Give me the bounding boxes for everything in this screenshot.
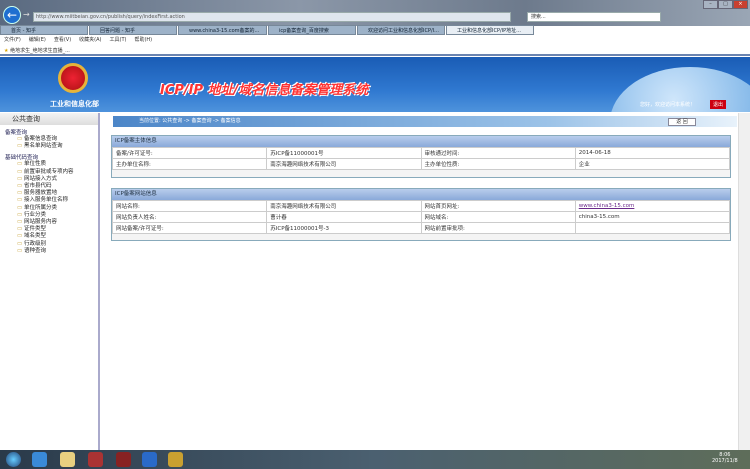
sidebar-item[interactable]: 证件类型 <box>0 226 98 233</box>
minimize-button[interactable]: – <box>703 0 718 9</box>
favorites-bar: ★ 绝地求生_绝地求生直播_... <box>0 46 750 56</box>
menu-help[interactable]: 帮助(H) <box>134 35 152 46</box>
forward-button[interactable]: → <box>23 10 33 20</box>
browser-tab[interactable]: 欢迎访问工业和信息化部ICP/I... <box>357 25 445 35</box>
sidebar-item[interactable]: 前置审批或专项内容 <box>0 169 98 176</box>
app-icon[interactable] <box>168 452 183 467</box>
sidebar-title: 公共查询 <box>0 113 98 125</box>
app-icon[interactable] <box>142 452 157 467</box>
menu-view[interactable]: 查看(V) <box>54 35 71 46</box>
return-button[interactable]: 返 回 <box>668 118 696 126</box>
sidebar-item[interactable]: 黑名单网站查询 <box>0 143 98 150</box>
breadcrumb: 当前位置: 公共查询 -> 备案查询 -> 备案信息 <box>113 116 737 127</box>
menu-edit[interactable]: 编辑(E) <box>29 35 46 46</box>
table-row: 网站名称: 南京海趣网络技术有限公司 网站首页网址: www.china3-15.co… <box>111 200 731 212</box>
table-row: 网站负责人姓名: 曹计春 网站域名: china3-15.com <box>111 211 731 223</box>
maximize-button[interactable]: □ <box>718 0 733 9</box>
sidebar-item[interactable]: 行政级别 <box>0 241 98 248</box>
menu-file[interactable]: 文件(F) <box>4 35 21 46</box>
table-row: 网站备案/许可证号: 苏ICP备11000001号-3 网站前置审批项: <box>111 222 731 234</box>
subject-info-panel: ICP备案主体信息 备案/许可证号: 苏ICP备11000001号 审核通过时间: 2… <box>111 135 731 178</box>
system-clock[interactable]: 8:06 2017/11/8 <box>712 452 738 464</box>
browser-tab[interactable]: www.china3-15.com备案的... <box>178 25 267 35</box>
welcome-text: 您好，欢迎访问本系统！ <box>640 102 696 108</box>
browser-tab[interactable]: 首页 - 知乎 <box>0 25 88 35</box>
tab-bar: 首页 - 知乎 回答问题 - 知乎 www.china3-15.com备案的..… <box>0 25 750 35</box>
menu-favorites[interactable]: 收藏夹(A) <box>79 35 101 46</box>
table-row: 备案/许可证号: 苏ICP备11000001号 审核通过时间: 2014-06-18 <box>111 147 731 159</box>
back-button[interactable]: ← <box>3 6 21 24</box>
close-button[interactable]: × <box>733 0 748 9</box>
browser-tab[interactable]: icp备案查询_百度搜索 <box>268 25 356 35</box>
address-bar[interactable]: http://www.miitbeian.gov.cn/publish/quer… <box>33 12 511 22</box>
browser-tab[interactable]: 回答问题 - 知乎 <box>89 25 177 35</box>
taskbar: 8:06 2017/11/8 <box>0 450 750 469</box>
sidebar: 公共查询 备案查询 备案信息查询 黑名单网站查询 基础代码查询 单位性质 前置审… <box>0 113 100 450</box>
menu-bar: 文件(F) 编辑(E) 查看(V) 收藏夹(A) 工具(T) 帮助(H) <box>0 35 750 46</box>
sidebar-item[interactable]: 接入服务单位名称 <box>0 197 98 204</box>
favorite-link[interactable]: 绝地求生_绝地求生直播_... <box>10 48 70 54</box>
start-button-icon[interactable] <box>6 452 21 467</box>
site-banner: 工业和信息化部 ICP/IP 地址/域名信息备案管理系统 您好，欢迎访问本系统！… <box>0 57 750 112</box>
website-info-panel: ICP备案网站信息 网站名称: 南京海趣网络技术有限公司 网站首页网址: www.ch… <box>111 188 731 241</box>
star-icon[interactable]: ★ <box>4 48 8 54</box>
national-emblem-icon <box>58 63 88 93</box>
sidebar-item[interactable]: 域名类型 <box>0 233 98 240</box>
sidebar-item[interactable]: 网站服务内容 <box>0 219 98 226</box>
sidebar-item[interactable]: 单位性质 <box>0 161 98 168</box>
panel-title: ICP备案网站信息 <box>112 189 730 200</box>
ie-icon[interactable] <box>32 452 47 467</box>
app-icon[interactable] <box>116 452 131 467</box>
sidebar-item[interactable]: 网站接入方式 <box>0 176 98 183</box>
ministry-name: 工业和信息化部 <box>50 100 99 108</box>
table-row: 主办单位名称: 南京海趣网络技术有限公司 主办单位性质: 企业 <box>111 158 731 170</box>
panel-title: ICP备案主体信息 <box>112 136 730 147</box>
logout-button[interactable]: 退出 <box>710 100 727 109</box>
menu-tools[interactable]: 工具(T) <box>110 35 127 46</box>
sidebar-item[interactable]: 单位所属分类 <box>0 205 98 212</box>
window-controls: – □ × <box>703 0 748 9</box>
sidebar-item[interactable]: 行业分类 <box>0 212 98 219</box>
sidebar-item[interactable]: 语种查询 <box>0 248 98 255</box>
main-content: 当前位置: 公共查询 -> 备案查询 -> 备案信息 返 回 ICP备案主体信息… <box>105 113 738 450</box>
search-input[interactable]: 搜索... <box>527 12 661 22</box>
browser-tab-active[interactable]: 工业和信息化部ICP/IP地址... <box>446 25 534 35</box>
sidebar-group[interactable]: 备案查询 <box>0 128 98 136</box>
folder-icon[interactable] <box>60 452 75 467</box>
sidebar-group[interactable]: 基础代码查询 <box>0 153 98 161</box>
app-icon[interactable] <box>88 452 103 467</box>
website-url-link[interactable]: www.china3-15.com <box>579 203 635 209</box>
vertical-scrollbar[interactable] <box>738 113 750 450</box>
system-title: ICP/IP 地址/域名信息备案管理系统 <box>160 83 369 98</box>
